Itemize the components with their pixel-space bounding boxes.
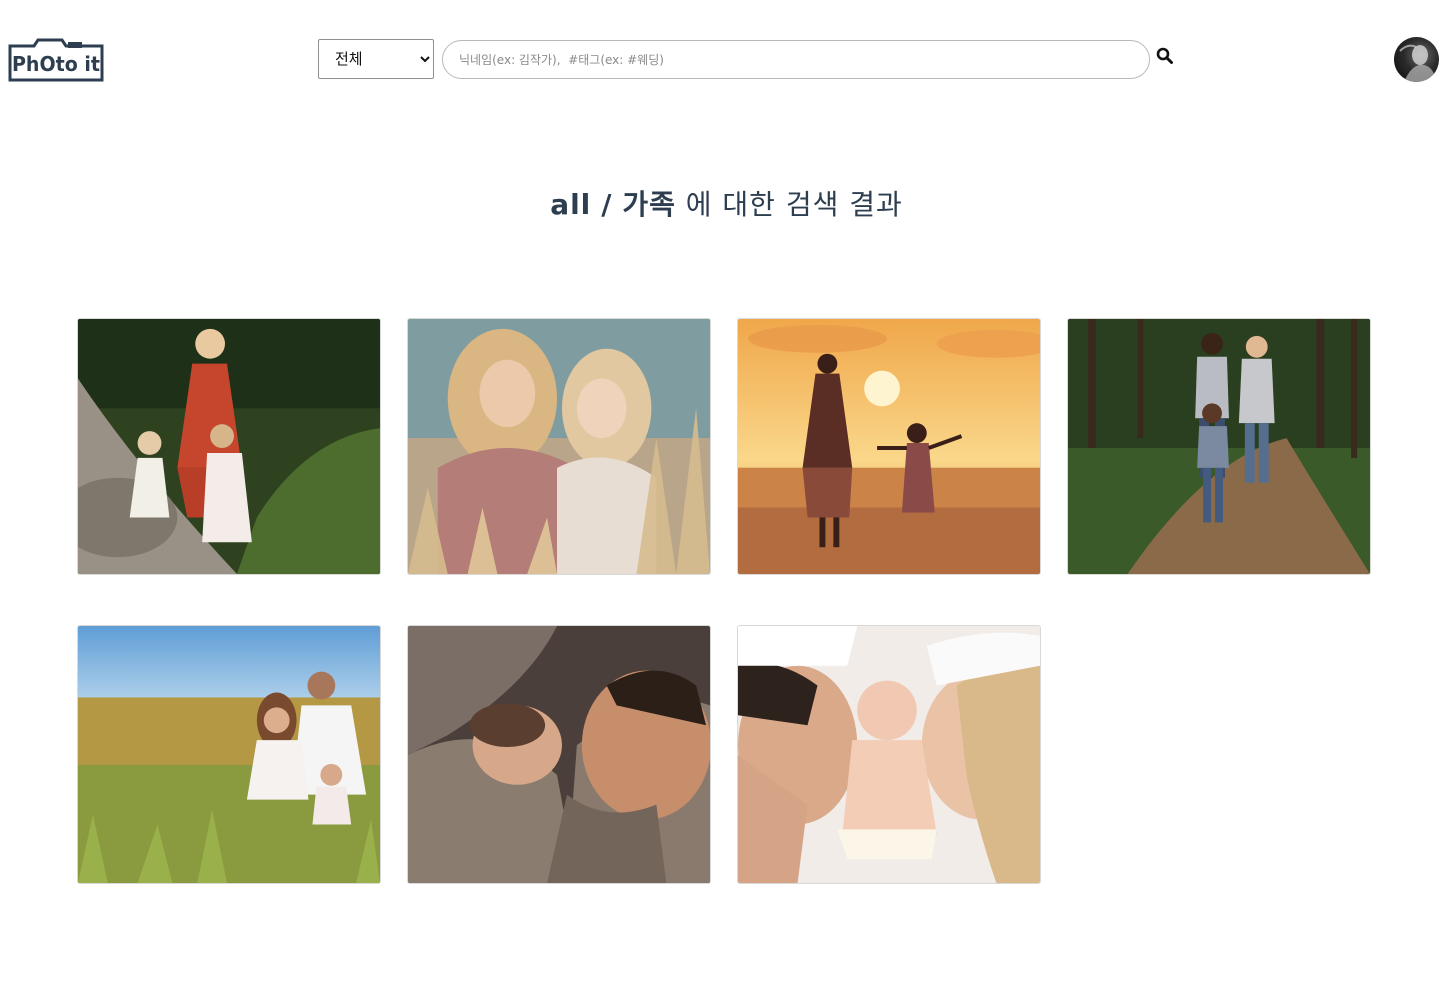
search-results-heading: all / 가족 에 대한 검색 결과 — [0, 183, 1453, 227]
photo-image — [408, 626, 710, 883]
photo-image — [1068, 319, 1370, 574]
avatar-photo — [1399, 44, 1436, 82]
search-button[interactable] — [1154, 45, 1176, 69]
results-separator: / — [601, 188, 613, 221]
photo-image — [738, 319, 1040, 574]
photo-image — [408, 319, 710, 574]
photo-card[interactable] — [77, 318, 381, 575]
photo-image — [78, 319, 380, 574]
photo-card[interactable] — [77, 625, 381, 884]
logo-text: PhOto it — [12, 52, 100, 76]
photo-image — [738, 626, 1040, 883]
results-category: all — [550, 188, 592, 221]
category-select[interactable]: 전체 — [318, 39, 434, 79]
user-avatar[interactable] — [1394, 37, 1439, 82]
photo-card[interactable] — [407, 318, 711, 575]
search-input[interactable] — [442, 40, 1150, 79]
photo-card[interactable] — [1067, 318, 1371, 575]
results-query: 가족 — [622, 188, 676, 221]
search-icon — [1156, 47, 1173, 64]
photo-card[interactable] — [737, 625, 1041, 884]
header: PhOto it 전체 — [0, 0, 1453, 120]
photo-card[interactable] — [737, 318, 1041, 575]
photo-image — [78, 626, 380, 883]
photo-card[interactable] — [407, 625, 711, 884]
results-suffix: 에 대한 검색 결과 — [685, 188, 903, 221]
photoit-logo[interactable]: PhOto it — [8, 36, 104, 84]
